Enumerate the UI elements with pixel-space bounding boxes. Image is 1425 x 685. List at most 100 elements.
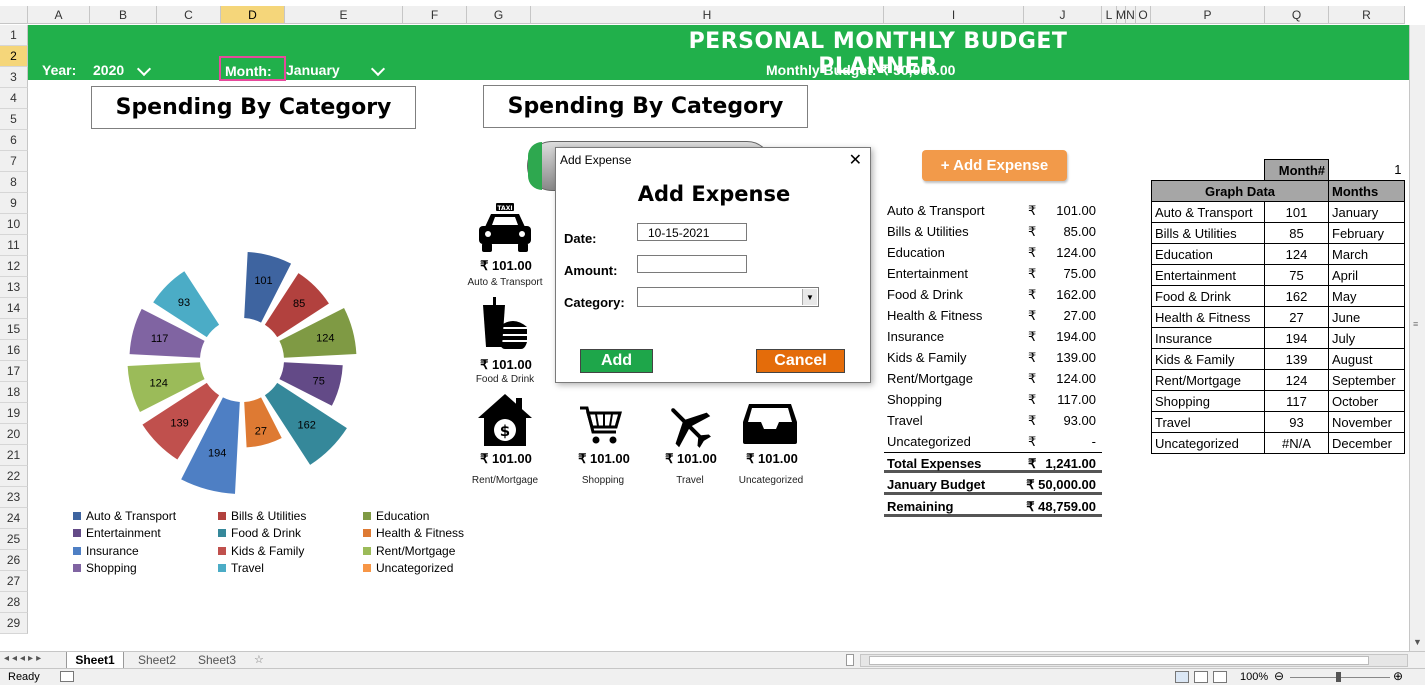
row-header-15[interactable]: 15 [0, 319, 28, 340]
column-header-e[interactable]: E [285, 6, 403, 24]
row-header-29[interactable]: 29 [0, 613, 28, 634]
row-header-27[interactable]: 27 [0, 571, 28, 592]
row-header-8[interactable]: 8 [0, 172, 28, 193]
zoom-out-icon[interactable]: ⊖ [1274, 669, 1284, 683]
graph-cat-cell[interactable]: Insurance [1151, 327, 1265, 349]
row-header-4[interactable]: 4 [0, 88, 28, 109]
row-header-14[interactable]: 14 [0, 298, 28, 319]
expense-row[interactable]: Education ₹124.00 [884, 242, 1102, 263]
column-header-l[interactable]: L [1102, 6, 1117, 24]
vertical-scrollbar[interactable]: ≡ ▼ [1409, 25, 1425, 651]
graph-cat-cell[interactable]: Shopping [1151, 390, 1265, 412]
graph-val-cell[interactable]: 27 [1264, 306, 1329, 328]
graph-cat-cell[interactable]: Uncategorized [1151, 432, 1265, 454]
graph-val-cell[interactable]: 124 [1264, 243, 1329, 265]
tab-sheet3[interactable]: Sheet3 [188, 652, 246, 668]
row-header-5[interactable]: 5 [0, 109, 28, 130]
graph-val-cell[interactable]: 101 [1264, 201, 1329, 223]
row-header-13[interactable]: 13 [0, 277, 28, 298]
graph-val-cell[interactable]: 124 [1264, 369, 1329, 391]
category-select[interactable]: ▼ [637, 287, 819, 307]
expense-row[interactable]: Travel ₹93.00 [884, 410, 1102, 431]
expense-row[interactable]: Food & Drink ₹162.00 [884, 284, 1102, 305]
graph-month-cell[interactable]: September [1328, 369, 1405, 391]
graph-val-cell[interactable]: 93 [1264, 411, 1329, 433]
column-header-j[interactable]: J [1024, 6, 1102, 24]
row-header-17[interactable]: 17 [0, 361, 28, 382]
cancel-button[interactable]: Cancel [756, 349, 845, 373]
row-header-3[interactable]: 3 [0, 67, 28, 88]
row-header-1[interactable]: 1 [0, 25, 28, 46]
graph-cat-cell[interactable]: Rent/Mortgage [1151, 369, 1265, 391]
graph-cat-cell[interactable]: Bills & Utilities [1151, 222, 1265, 244]
add-button[interactable]: Add [580, 349, 653, 373]
expense-row[interactable]: Auto & Transport ₹101.00 [884, 200, 1102, 221]
expense-row[interactable]: Entertainment ₹75.00 [884, 263, 1102, 284]
column-header-g[interactable]: G [467, 6, 531, 24]
zoom-level[interactable]: 100% [1240, 671, 1268, 683]
row-header-24[interactable]: 24 [0, 508, 28, 529]
column-header-n[interactable]: N [1126, 6, 1136, 24]
graph-month-cell[interactable]: October [1328, 390, 1405, 412]
row-header-16[interactable]: 16 [0, 340, 28, 361]
zoom-slider-thumb[interactable] [1336, 672, 1341, 682]
column-header-a[interactable]: A [28, 6, 90, 24]
add-expense-button[interactable]: + Add Expense [922, 150, 1067, 181]
tab-sheet1[interactable]: Sheet1 [66, 652, 124, 668]
graph-cat-cell[interactable]: Kids & Family [1151, 348, 1265, 370]
month-value[interactable]: January [286, 62, 340, 78]
scroll-down-icon[interactable]: ▼ [1413, 637, 1422, 647]
graph-month-cell[interactable]: August [1328, 348, 1405, 370]
month-number-value[interactable]: 1 [1328, 159, 1405, 181]
dropdown-arrow-icon[interactable]: ▼ [802, 289, 817, 305]
select-all-corner[interactable] [0, 6, 28, 24]
close-icon[interactable]: ✕ [849, 150, 862, 170]
row-header-28[interactable]: 28 [0, 592, 28, 613]
graph-cat-cell[interactable]: Travel [1151, 411, 1265, 433]
graph-month-cell[interactable]: July [1328, 327, 1405, 349]
date-field[interactable]: 10-15-2021 [637, 223, 747, 241]
graph-val-cell[interactable]: 85 [1264, 222, 1329, 244]
column-header-o[interactable]: O [1136, 6, 1151, 24]
tab-split-handle[interactable] [846, 654, 854, 666]
row-header-20[interactable]: 20 [0, 424, 28, 445]
new-sheet-icon[interactable]: ☆ [254, 653, 264, 666]
page-break-icon[interactable] [1213, 671, 1227, 683]
row-header-22[interactable]: 22 [0, 466, 28, 487]
row-header-9[interactable]: 9 [0, 193, 28, 214]
column-header-p[interactable]: P [1151, 6, 1265, 24]
row-header-2[interactable]: 2 [0, 46, 28, 67]
column-header-h[interactable]: H [531, 6, 884, 24]
graph-val-cell[interactable]: 75 [1264, 264, 1329, 286]
row-header-12[interactable]: 12 [0, 256, 28, 277]
expense-row[interactable]: Bills & Utilities ₹85.00 [884, 221, 1102, 242]
row-header-11[interactable]: 11 [0, 235, 28, 256]
graph-cat-cell[interactable]: Food & Drink [1151, 285, 1265, 307]
column-header-i[interactable]: I [884, 6, 1024, 24]
graph-cat-cell[interactable]: Health & Fitness [1151, 306, 1265, 328]
graph-month-cell[interactable]: June [1328, 306, 1405, 328]
graph-val-cell[interactable]: 117 [1264, 390, 1329, 412]
normal-view-icon[interactable] [1175, 671, 1189, 683]
column-header-m[interactable]: M [1116, 6, 1126, 24]
horizontal-scroll-thumb[interactable] [869, 656, 1369, 665]
graph-val-cell[interactable]: #N/A [1264, 432, 1329, 454]
row-header-25[interactable]: 25 [0, 529, 28, 550]
row-header-18[interactable]: 18 [0, 382, 28, 403]
graph-val-cell[interactable]: 194 [1264, 327, 1329, 349]
column-header-b[interactable]: B [90, 6, 157, 24]
row-header-21[interactable]: 21 [0, 445, 28, 466]
graph-month-cell[interactable]: December [1328, 432, 1405, 454]
tab-sheet2[interactable]: Sheet2 [128, 652, 186, 668]
tab-nav-arrows-icon[interactable]: ◂◂◂▸▸ [4, 653, 44, 664]
row-header-10[interactable]: 10 [0, 214, 28, 235]
expense-row[interactable]: Shopping ₹117.00 [884, 389, 1102, 410]
graph-cat-cell[interactable]: Entertainment [1151, 264, 1265, 286]
month-label-cell[interactable]: Month: [219, 56, 286, 81]
expense-row[interactable]: Health & Fitness ₹27.00 [884, 305, 1102, 326]
graph-val-cell[interactable]: 162 [1264, 285, 1329, 307]
macro-record-icon[interactable] [60, 671, 74, 682]
graph-month-cell[interactable]: April [1328, 264, 1405, 286]
expense-row[interactable]: Kids & Family ₹139.00 [884, 347, 1102, 368]
graph-month-cell[interactable]: February [1328, 222, 1405, 244]
